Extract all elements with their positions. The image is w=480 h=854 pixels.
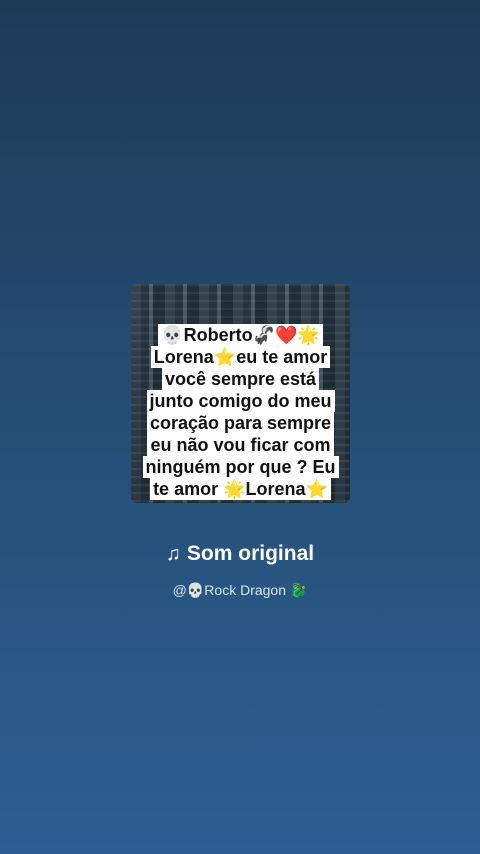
sound-title: Som original [186,542,315,565]
music-note-icon: ♫ [165,543,181,565]
artist-link[interactable]: @💀Rock Dragon 🐉 [0,580,480,600]
album-cover[interactable]: 💀Roberto🦨❤️🌟Lorena⭐eu te amor você sempr… [131,284,350,503]
sound-title-row: ♫ Som original [0,540,480,568]
cover-caption-text: 💀Roberto🦨❤️🌟Lorena⭐eu te amor você sempr… [142,324,339,500]
cover-caption: 💀Roberto🦨❤️🌟Lorena⭐eu te amor você sempr… [141,324,340,500]
